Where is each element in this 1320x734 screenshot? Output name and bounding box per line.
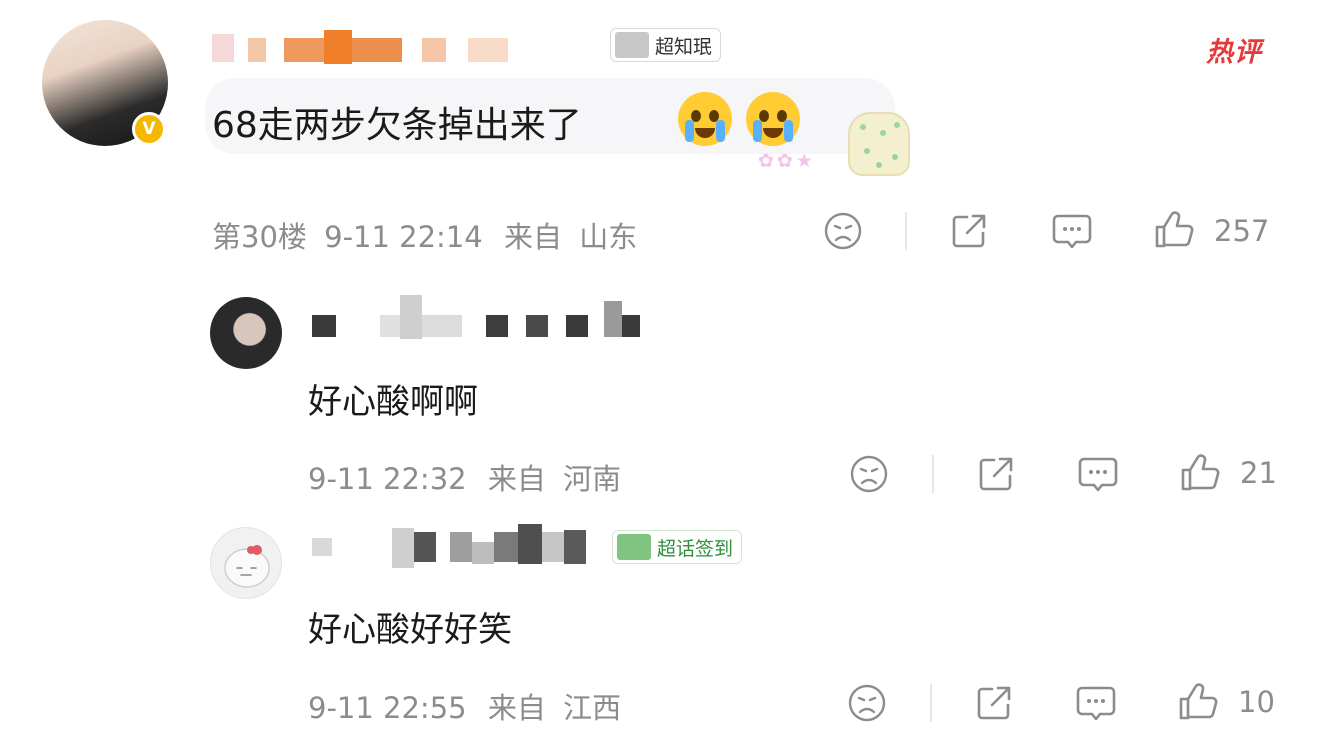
share-icon[interactable] [973,682,1015,724]
like-icon[interactable] [1178,451,1222,495]
kitty-avatar-icon [224,545,270,588]
from-label: 来自 [487,691,546,725]
share-icon[interactable] [975,453,1017,495]
divider [930,684,932,722]
dislike-icon[interactable] [848,453,890,495]
comment-icon[interactable] [1050,210,1094,252]
hot-comment-label: 热评 [1206,37,1262,68]
user-tag[interactable]: 超知珉 [610,28,722,62]
location: 河南 [563,462,622,496]
like-count: 257 [1214,214,1270,248]
bear-sticker-icon [848,112,910,176]
like-icon[interactable] [1152,208,1196,252]
dislike-icon[interactable] [822,210,864,252]
comment-text[interactable]: 68走两步欠条掉出来了 [212,96,582,148]
from-label: 来自 [503,220,562,254]
reply-text[interactable]: 好心酸好好笑 [308,602,512,651]
tag-icon [615,32,649,58]
comment-meta: 第30楼 9-11 22:14 来自 山东 [212,214,637,256]
divider [932,455,934,493]
like-count: 21 [1240,456,1277,490]
floor-number: 第30楼 [212,220,307,254]
reply-text[interactable]: 好心酸啊啊 [308,374,478,423]
divider [905,212,907,250]
tag-icon [617,534,651,560]
avatar[interactable] [210,527,282,599]
user-tag[interactable]: 超话签到 [612,530,743,564]
user-tag-label: 超话签到 [657,537,734,560]
username-blurred[interactable] [212,30,508,66]
username-blurred[interactable] [312,295,640,339]
share-icon[interactable] [948,210,990,252]
username-blurred[interactable] [312,524,586,570]
timestamp: 9-11 22:32 [308,462,467,496]
comment-icon[interactable] [1074,682,1118,724]
like-count: 10 [1238,685,1275,719]
star-decoration-icon: ✿✿★ [758,150,816,172]
timestamp: 9-11 22:14 [324,220,483,254]
timestamp: 9-11 22:55 [308,691,467,725]
dislike-icon[interactable] [846,682,888,724]
crying-emoji-icon [678,92,732,146]
reply-meta: 9-11 22:55 来自 江西 [308,685,621,727]
user-tag-label: 超知珉 [655,35,713,58]
reply-meta: 9-11 22:32 来自 河南 [308,456,621,498]
location: 山东 [579,220,638,254]
from-label: 来自 [487,462,546,496]
comment-icon[interactable] [1076,453,1120,495]
avatar[interactable] [210,297,282,369]
verified-badge-icon: V [132,112,166,146]
crying-emoji-icon [746,92,800,146]
location: 江西 [563,691,622,725]
like-icon[interactable] [1176,680,1220,724]
